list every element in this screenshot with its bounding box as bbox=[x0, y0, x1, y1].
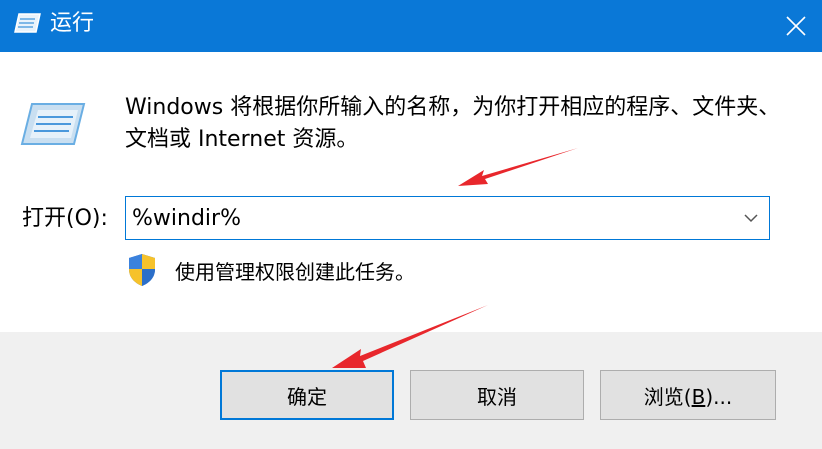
description-text: Windows 将根据你所输入的名称，为你打开相应的程序、文件夹、文档或 Int… bbox=[125, 95, 781, 152]
open-combobox[interactable] bbox=[125, 196, 770, 240]
close-icon bbox=[786, 16, 806, 36]
browse-button-label: 浏览(B)... bbox=[644, 381, 732, 410]
shield-icon bbox=[129, 254, 155, 286]
run-icon bbox=[14, 13, 41, 33]
cancel-button-label: 取消 bbox=[477, 384, 517, 409]
browse-accesskey: B bbox=[691, 384, 706, 409]
title-bar[interactable]: 运行 bbox=[0, 0, 822, 52]
cancel-button[interactable]: 取消 bbox=[410, 370, 584, 420]
open-label: 打开(O): bbox=[22, 206, 108, 231]
run-icon bbox=[20, 103, 86, 145]
browse-button[interactable]: 浏览(B)... bbox=[600, 370, 776, 420]
browse-label-suffix: )... bbox=[705, 384, 733, 409]
ok-button[interactable]: 确定 bbox=[220, 370, 394, 420]
dropdown-button[interactable] bbox=[733, 197, 769, 239]
browse-label-prefix: 浏览( bbox=[643, 384, 692, 409]
window-title: 运行 bbox=[50, 11, 95, 36]
close-button[interactable] bbox=[770, 0, 822, 52]
admin-note: 使用管理权限创建此任务。 bbox=[175, 260, 415, 284]
ok-button-label: 确定 bbox=[287, 384, 327, 409]
open-input[interactable] bbox=[132, 203, 732, 233]
chevron-down-icon bbox=[744, 214, 758, 223]
